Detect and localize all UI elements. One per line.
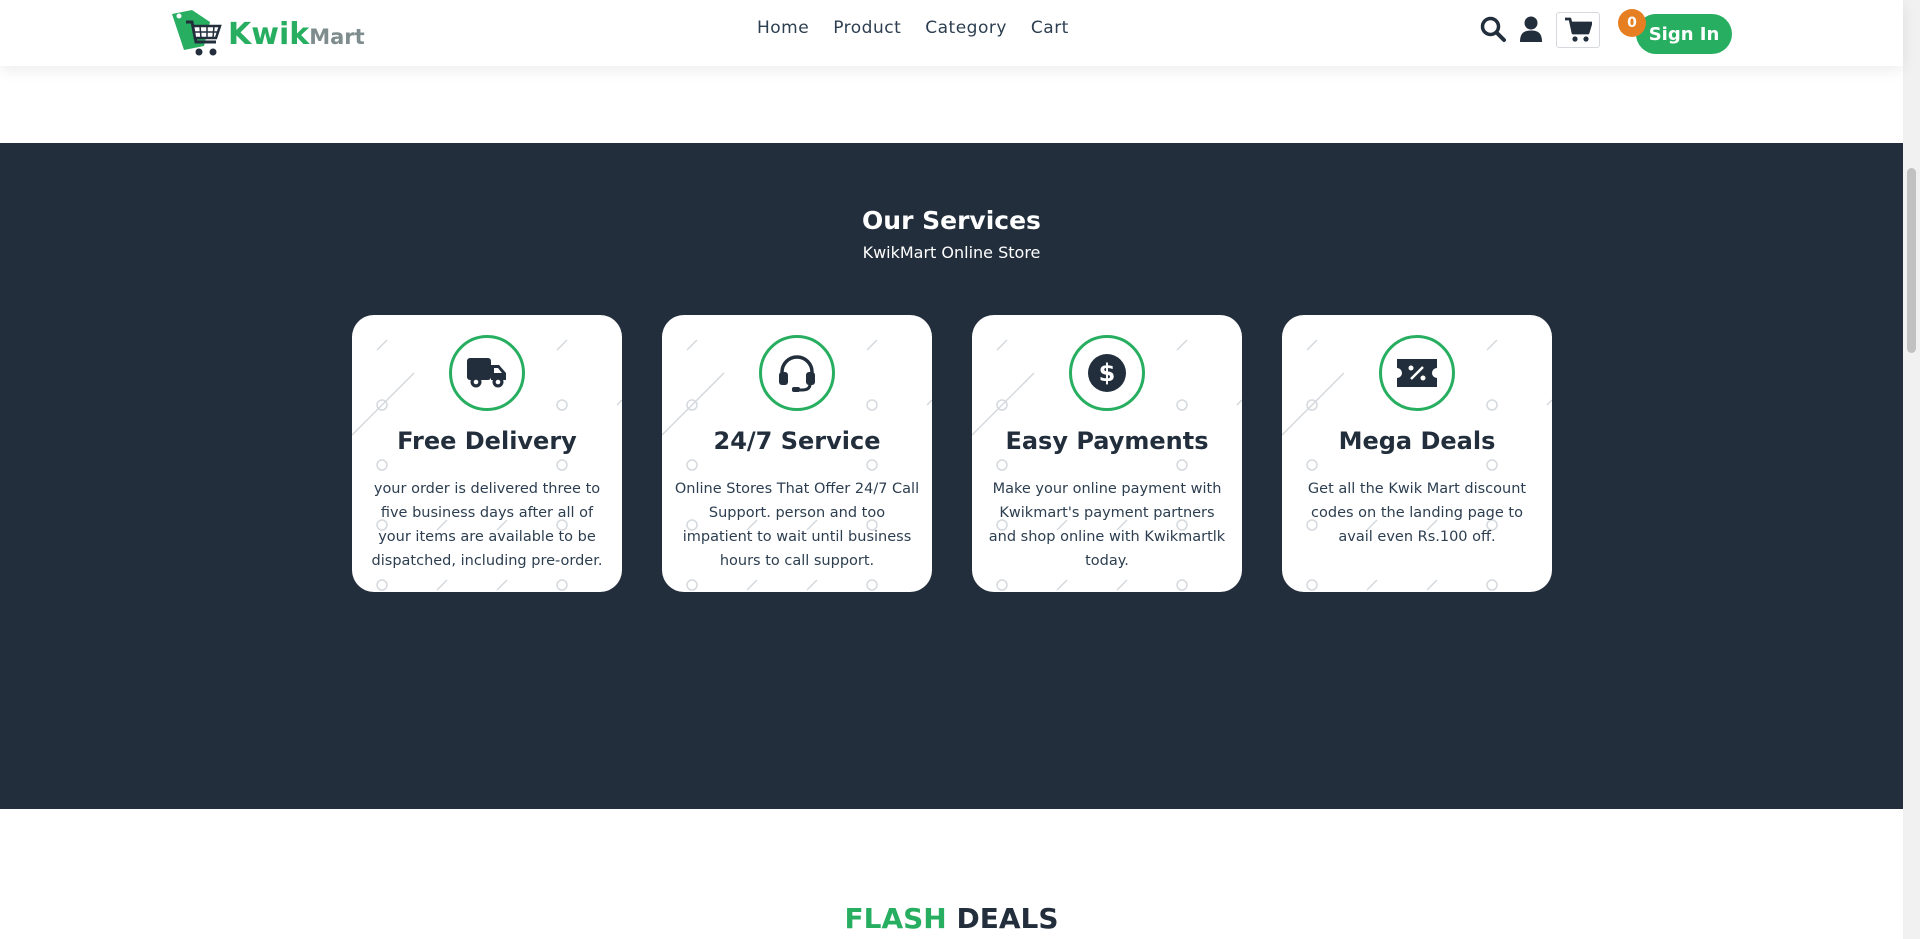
service-card-24-7-service: 24/7 Service Online Stores That Offer 24…: [662, 315, 932, 592]
nav-home-link[interactable]: Home: [757, 18, 809, 38]
page-scrollbar[interactable]: [1903, 0, 1920, 939]
logo[interactable]: KwikMart: [170, 8, 365, 60]
nav-product-link[interactable]: Product: [833, 18, 901, 38]
cart-count-badge: 0: [1618, 9, 1646, 37]
service-card-description: Get all the Kwik Mart discount codes on …: [1307, 481, 1527, 545]
logo-kwik-text: Kwik: [228, 16, 310, 52]
service-card-mega-deals: Mega Deals Get all the Kwik Mart discoun…: [1282, 315, 1552, 592]
service-card-description: Online Stores That Offer 24/7 Call Suppo…: [674, 481, 920, 569]
service-card-title: Free Delivery: [397, 427, 577, 455]
cart-button[interactable]: [1556, 12, 1600, 48]
service-card-free-delivery: Free Delivery your order is delivered th…: [352, 315, 622, 592]
svg-text:$: $: [1099, 359, 1116, 387]
service-card-easy-payments: $ Easy Payments Make your online payment…: [972, 315, 1242, 592]
service-icon-ring: $: [1069, 335, 1145, 411]
services-section: Our Services KwikMart Online Store Free …: [0, 143, 1903, 809]
service-card-title: Mega Deals: [1338, 427, 1496, 455]
cart-tag-logo-icon: [172, 10, 222, 56]
nav-category-link[interactable]: Category: [925, 18, 1007, 38]
main-nav: Home Product Category Cart: [757, 18, 1069, 38]
scrollbar-thumb[interactable]: [1907, 168, 1916, 353]
service-icon-ring: [449, 335, 525, 411]
service-card-description: your order is delivered three to five bu…: [371, 481, 603, 569]
flash-deals-word1: FLASH: [844, 902, 947, 935]
site-header: KwikMart Home Product Category Cart 0 Si…: [0, 0, 1903, 66]
nav-cart-link[interactable]: Cart: [1031, 18, 1069, 38]
services-subtitle: KwikMart Online Store: [862, 243, 1041, 262]
service-icon-ring: [759, 335, 835, 411]
truck-icon: [467, 358, 506, 388]
service-card-title: Easy Payments: [1005, 427, 1209, 455]
search-icon[interactable]: [1479, 15, 1507, 47]
sign-in-button[interactable]: Sign In: [1636, 14, 1732, 54]
cart-icon: [1565, 17, 1592, 42]
dollar-icon: $: [1088, 354, 1126, 392]
service-card-description: Make your online payment with Kwikmart's…: [988, 481, 1226, 569]
flash-deals-word2: DEALS: [956, 902, 1059, 935]
service-card-title: 24/7 Service: [713, 427, 881, 455]
service-icon-ring: [1379, 335, 1455, 411]
ticket-percent-icon: [1397, 359, 1437, 387]
headset-icon: [779, 355, 815, 392]
services-title: Our Services: [862, 206, 1041, 235]
logo-mart-text: Mart: [309, 24, 365, 49]
user-icon[interactable]: [1519, 15, 1543, 47]
flash-deals-title: FLASH DEALS: [0, 902, 1903, 935]
